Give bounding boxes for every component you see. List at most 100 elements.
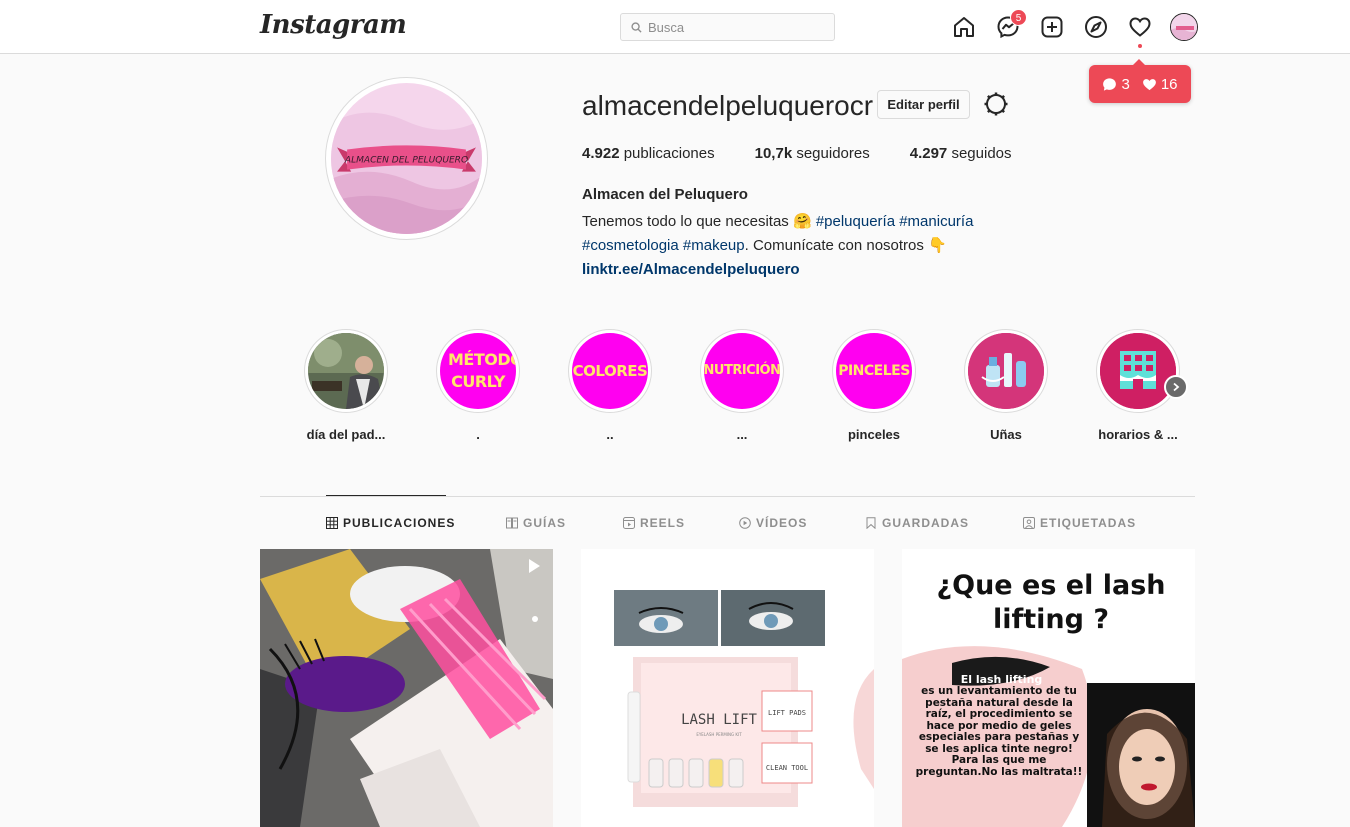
highlight-label: horarios & ... (1098, 427, 1178, 442)
post-image-lash-lift-kit: LASH LIFT EYELASH PERMING KIT LIFT PADS … (581, 549, 874, 827)
post-thumbnail[interactable]: LASH LIFT EYELASH PERMING KIT LIFT PADS … (581, 549, 874, 827)
profile-bio: Tenemos todo lo que necesitas 🤗 #peluque… (582, 210, 1002, 282)
tab-videos[interactable]: VÍDEOS (739, 516, 807, 530)
chevron-right-icon (1173, 382, 1180, 392)
lash-lift-subtitle: EYELASH PERMING KIT (696, 732, 742, 737)
highlight-label: . (476, 427, 480, 442)
play-icon (739, 517, 751, 529)
bio-external-link[interactable]: linktr.ee/Almacendelpeluquero (582, 261, 800, 278)
search-box[interactable] (620, 13, 835, 41)
followers-stat[interactable]: 10,7k seguidores (755, 145, 870, 162)
lash-lifting-body: es un levantamiento de tu pestaña natura… (915, 685, 1083, 778)
followers-label: seguidores (796, 145, 870, 162)
reel-play-icon (529, 559, 540, 573)
highlight-cover: COLORES (572, 333, 648, 409)
reels-icon (623, 517, 635, 529)
nail-polish-icon (968, 333, 1044, 409)
following-count: 4.297 (909, 145, 948, 162)
tab-label: PUBLICACIONES (343, 516, 456, 530)
search-icon (631, 21, 642, 33)
highlight-label: ... (736, 427, 748, 442)
new-post-icon[interactable] (1040, 15, 1064, 39)
search-input[interactable] (648, 19, 818, 35)
highlight-item[interactable]: COLORES .. (560, 329, 660, 442)
instagram-logo[interactable]: Instagram (260, 10, 407, 40)
highlight-item[interactable]: día del pad... (296, 329, 396, 442)
tabs-divider (260, 496, 1195, 497)
tab-label: REELS (640, 516, 686, 530)
tab-label: GUARDADAS (882, 516, 969, 530)
highlight-label: .. (606, 427, 614, 442)
profile-logo-image: ALMACEN DEL PELUQUERO (331, 83, 482, 234)
highlight-label: día del pad... (306, 427, 386, 442)
profile-stats: 4.922 publicaciones 10,7k seguidores 4.2… (582, 145, 1052, 162)
tab-label: GUÍAS (523, 516, 567, 530)
tab-etiquetadas[interactable]: ETIQUETADAS (1023, 516, 1136, 530)
tab-reels[interactable]: REELS (623, 516, 685, 530)
profile-picture[interactable]: ALMACEN DEL PELUQUERO (325, 77, 488, 240)
messages-badge: 5 (1010, 9, 1027, 26)
followers-count: 10,7k (754, 145, 793, 162)
profile-logo-text: ALMACEN DEL PELUQUERO (344, 156, 468, 166)
profile-full-name: Almacen del Peluquero (582, 186, 748, 203)
posts-stat: 4.922 publicaciones (582, 145, 715, 162)
highlight-item[interactable]: NUTRICIÓN ... (692, 329, 792, 442)
tab-guardadas[interactable]: GUARDADAS (865, 516, 969, 530)
tag-icon (1023, 517, 1035, 529)
bio-text-1: Tenemos todo lo que necesitas 🤗 (582, 213, 816, 230)
post-thumbnail[interactable] (260, 549, 553, 827)
settings-gear-icon[interactable] (983, 91, 1009, 117)
clean-tool-label: CLEAN TOOL (766, 764, 808, 772)
highlight-label: Uñas (990, 427, 1022, 442)
bookmark-icon (866, 517, 876, 529)
comment-bubble-icon (1103, 77, 1117, 91)
tab-publicaciones[interactable]: PUBLICACIONES (326, 516, 455, 530)
hashtag-peluqueria[interactable]: #peluquería (816, 213, 895, 230)
home-icon[interactable] (952, 15, 976, 39)
activity-heart-icon[interactable] (1128, 15, 1152, 39)
highlight-cover: PINCELES (836, 333, 912, 409)
explore-compass-icon[interactable] (1084, 15, 1108, 39)
notif-comments: 3 (1102, 75, 1130, 93)
guide-icon (506, 517, 518, 529)
hashtag-makeup[interactable]: #makeup (683, 237, 745, 254)
posts-count: 4.922 (582, 145, 620, 162)
notif-likes: 16 (1142, 76, 1178, 93)
highlight-nails-cover (968, 333, 1044, 409)
posts-label: publicaciones (623, 145, 715, 162)
highlight-cover-text: MÉTODO CURLY (448, 350, 516, 391)
lash-lift-title: LASH LIFT (681, 712, 757, 728)
highlights-next-button[interactable] (1164, 375, 1188, 399)
notif-comments-count: 3 (1121, 75, 1130, 93)
activity-dot (1138, 44, 1142, 48)
lash-lifting-title: ¿Que es el lash lifting ? (936, 570, 1166, 635)
tab-label: VÍDEOS (756, 516, 808, 530)
following-stat[interactable]: 4.297 seguidos (910, 145, 1012, 162)
following-label: seguidos (951, 145, 1012, 162)
highlight-cover-text: COLORES (572, 362, 648, 380)
grid-icon (326, 517, 338, 529)
profile-username: almacendelpeluquerocr (582, 90, 874, 121)
edit-profile-button[interactable]: Editar perfil (877, 90, 970, 119)
highlight-cover: MÉTODO CURLY (440, 333, 516, 409)
highlight-item[interactable]: Uñas (956, 329, 1056, 442)
bio-text-2: . Comunícate con nosotros 👇 (744, 237, 947, 254)
profile-avatar-icon[interactable] (1170, 13, 1198, 41)
lift-pads-label: LIFT PADS (768, 709, 806, 717)
activity-notification-popup[interactable]: 3 16 (1089, 59, 1191, 103)
heart-filled-icon (1142, 78, 1156, 90)
post-thumbnail[interactable]: ¿Que es el lash lifting ? El lash liftin… (902, 549, 1195, 827)
top-navigation-bar: Instagram 5 (0, 0, 1350, 54)
tab-guias[interactable]: GUÍAS (506, 516, 566, 530)
highlight-item[interactable]: PINCELES pinceles (824, 329, 924, 442)
hashtag-cosmetologia[interactable]: #cosmetologia (582, 237, 679, 254)
highlight-cover-text: PINCELES (838, 363, 910, 379)
highlight-item[interactable]: MÉTODO CURLY . (428, 329, 528, 442)
hashtag-manicuria[interactable]: #manicuría (899, 213, 973, 230)
tab-label: ETIQUETADAS (1040, 516, 1137, 530)
highlight-cover-photo (308, 333, 384, 409)
active-tab-indicator (326, 495, 446, 496)
post-image-video (260, 549, 553, 827)
highlight-cover: NUTRICIÓN (704, 333, 780, 409)
store-icon (1100, 333, 1176, 409)
